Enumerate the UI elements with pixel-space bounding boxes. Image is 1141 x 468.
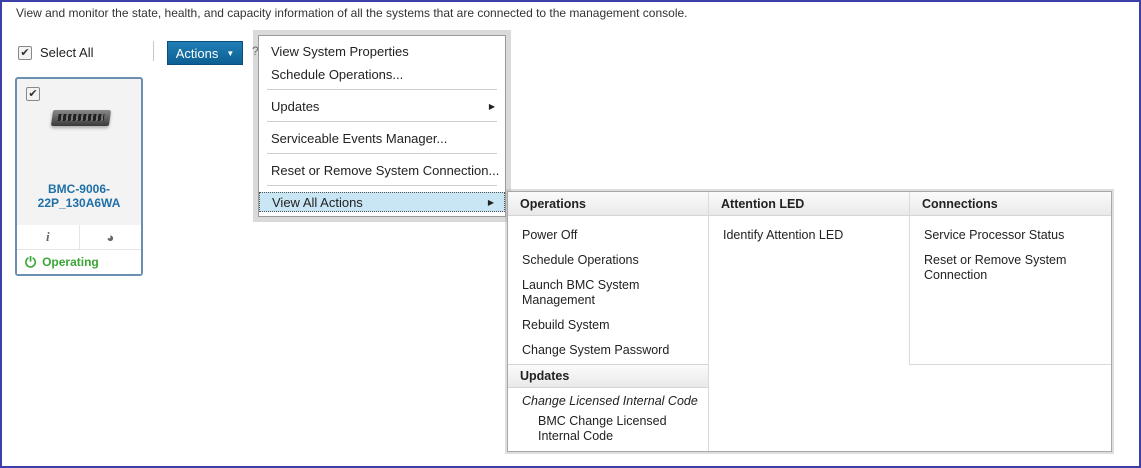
info-icon[interactable]: i [17, 225, 80, 249]
menu-item-label: View System Properties [271, 43, 409, 59]
column-divider [909, 192, 910, 364]
menu-item-label: View All Actions [272, 194, 363, 210]
column-divider [708, 192, 709, 451]
menu-item-serviceable-events[interactable]: Serviceable Events Manager... [259, 128, 505, 148]
caret-down-icon: ▼ [226, 48, 235, 58]
operations-heading: Operations [508, 192, 708, 216]
select-all-checkbox[interactable]: ✔ Select All [18, 45, 93, 60]
menu-separator [267, 185, 497, 186]
menu-separator [267, 153, 497, 154]
menu-separator [267, 89, 497, 90]
page-description: View and monitor the state, health, and … [16, 6, 688, 20]
action-change-password[interactable]: Change System Password [522, 343, 669, 358]
menu-separator [267, 121, 497, 122]
checkbox-icon[interactable]: ✔ [18, 45, 32, 60]
updates-group-label: Change Licensed Internal Code [522, 394, 698, 408]
menu-item-label: Reset or Remove System Connection... [271, 162, 500, 178]
status-badge: ⏻ Operating [17, 250, 141, 274]
menu-item-reset-remove-connection[interactable]: Reset or Remove System Connection... [259, 160, 505, 180]
operations-column: Operations [508, 192, 708, 216]
actions-button-label: Actions [175, 45, 219, 61]
action-reset-remove-connection[interactable]: Reset or Remove System Connection [924, 253, 1074, 283]
connections-heading: Connections [910, 192, 1111, 216]
menu-item-updates[interactable]: Updates ▶ [259, 96, 505, 116]
action-schedule-operations[interactable]: Schedule Operations [522, 253, 639, 268]
attention-led-heading: Attention LED [709, 192, 909, 216]
status-label: Operating [42, 255, 99, 269]
action-rebuild-system[interactable]: Rebuild System [522, 318, 610, 333]
menu-item-label: Schedule Operations... [271, 66, 404, 82]
connections-column: Connections [910, 192, 1111, 216]
actions-button[interactable]: Actions ▼ [167, 41, 243, 65]
menu-item-view-all-actions[interactable]: View All Actions ▶ [259, 192, 505, 212]
toolbar-divider [153, 41, 154, 61]
all-actions-submenu: Operations Attention LED Connections Pow… [507, 191, 1112, 452]
menu-item-view-system-properties[interactable]: View System Properties [259, 41, 505, 61]
chevron-right-icon: ▶ [488, 101, 495, 111]
power-icon: ⏻ [25, 253, 37, 270]
system-name[interactable]: BMC-9006-22P_130A6WA [19, 182, 139, 210]
server-image [50, 110, 112, 126]
system-card-checkbox[interactable]: ✔ [26, 87, 40, 101]
menu-item-label: Serviceable Events Manager... [271, 130, 448, 146]
system-card-footer: i ◕ ⏻ Operating [17, 225, 141, 274]
action-power-off[interactable]: Power Off [522, 228, 577, 243]
attention-led-column: Attention LED [709, 192, 909, 216]
row-divider [909, 364, 1111, 365]
menu-item-schedule-operations[interactable]: Schedule Operations... [259, 64, 505, 84]
select-all-label: Select All [40, 45, 94, 60]
actions-menu: View System Properties Schedule Operatio… [258, 35, 506, 217]
action-launch-bmc[interactable]: Launch BMC System Management [522, 278, 672, 308]
action-identify-led[interactable]: Identify Attention LED [723, 228, 843, 243]
capacity-icon[interactable]: ◕ [80, 225, 142, 249]
updates-heading: Updates [508, 364, 708, 388]
menu-item-label: Updates [271, 98, 320, 114]
action-bmc-change-lic[interactable]: BMC Change Licensed Internal Code [538, 414, 678, 444]
chevron-right-icon: ▶ [487, 197, 494, 207]
system-card[interactable]: ✔ BMC-9006-22P_130A6WA i ◕ ⏻ Operating [15, 77, 143, 276]
action-service-processor-status[interactable]: Service Processor Status [924, 228, 1064, 243]
